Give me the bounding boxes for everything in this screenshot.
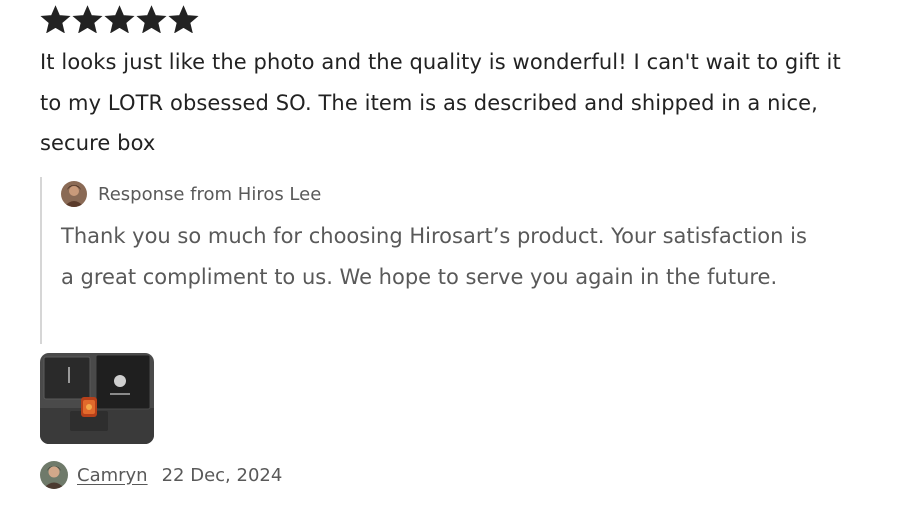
review-photo-thumbnail[interactable] <box>40 353 154 444</box>
reviewer-name-link[interactable]: Camryn <box>77 465 148 486</box>
star-icon <box>72 5 103 33</box>
star-icon <box>40 5 71 33</box>
seller-response: Response from Hiros Lee Thank you so muc… <box>40 177 842 344</box>
star-icon <box>136 5 167 33</box>
review-card: It looks just like the photo and the qua… <box>0 0 900 507</box>
star-rating <box>40 5 199 33</box>
star-icon <box>168 5 199 33</box>
response-from-label: Response from Hiros Lee <box>98 183 322 205</box>
reviewer-avatar[interactable] <box>40 461 68 489</box>
seller-response-text: Thank you so much for choosing Hirosart’… <box>61 224 807 289</box>
seller-response-header: Response from Hiros Lee <box>61 181 321 207</box>
star-icon <box>104 5 135 33</box>
review-text: It looks just like the photo and the qua… <box>40 50 841 155</box>
review-date: 22 Dec, 2024 <box>161 464 283 486</box>
review-meta: Camryn 22 Dec, 2024 <box>40 461 282 489</box>
seller-avatar <box>61 181 87 207</box>
